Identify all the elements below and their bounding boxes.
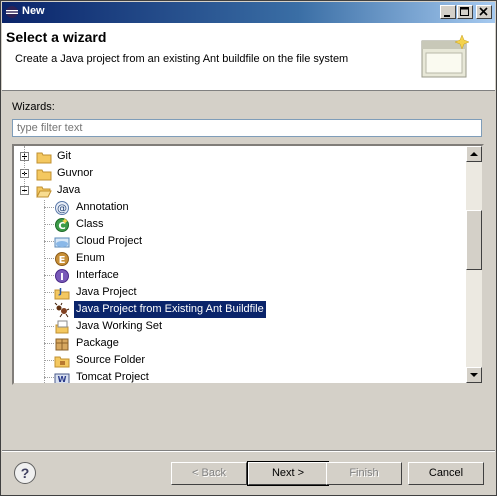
tree-scrollbar[interactable]	[466, 146, 482, 383]
back-button[interactable]: < Back	[171, 462, 247, 485]
wizards-label: Wizards:	[12, 101, 55, 113]
window-title: New	[22, 5, 45, 17]
finish-button[interactable]: Finish	[326, 462, 402, 485]
tree-item-label: Interface	[76, 269, 119, 281]
scroll-up-button[interactable]	[466, 146, 482, 162]
close-button[interactable]	[476, 5, 492, 19]
svg-text:I: I	[60, 272, 64, 283]
eclipse-icon	[6, 6, 18, 18]
next-button[interactable]: Next >	[247, 461, 329, 486]
tree-item-label: Tomcat Project	[76, 371, 149, 383]
tree-item-label: Java Project	[76, 286, 137, 298]
open-folder-icon	[36, 186, 52, 198]
tomcat-icon: W	[54, 373, 70, 384]
maximize-button[interactable]	[457, 5, 473, 19]
minimize-button[interactable]	[440, 5, 456, 19]
tree-item-label: Java Working Set	[76, 320, 163, 332]
tree-item-label: Package	[76, 337, 119, 349]
title-bar[interactable]: New	[2, 2, 495, 23]
class-icon: C	[55, 218, 69, 232]
folder-icon	[36, 152, 52, 164]
folder-icon	[36, 169, 52, 181]
svg-text:E: E	[59, 255, 66, 266]
filter-input[interactable]	[12, 119, 482, 137]
tree-item-label: Git	[57, 150, 72, 162]
tree-connector	[24, 146, 25, 192]
arrow-up-icon	[470, 152, 478, 156]
cancel-button[interactable]: Cancel	[408, 462, 484, 485]
svg-text:@: @	[57, 204, 67, 215]
page-title: Select a wizard	[6, 29, 107, 45]
source-folder-icon	[54, 356, 70, 368]
scroll-thumb[interactable]	[466, 210, 482, 270]
tree-item-label: Enum	[76, 252, 105, 264]
package-icon	[55, 338, 69, 351]
tree-item-label: Class	[76, 218, 104, 230]
new-wizard-banner-icon	[421, 34, 470, 78]
cloud-project-icon	[54, 237, 70, 248]
tree-item-label: Source Folder	[76, 354, 146, 366]
scroll-down-button[interactable]	[466, 367, 482, 383]
close-icon	[479, 7, 488, 16]
new-wizard-dialog: New Select a wizard Create a Java projec…	[0, 0, 497, 496]
java-project-icon: J	[54, 287, 70, 300]
annotation-icon: @	[55, 201, 69, 215]
wizards-tree[interactable]: Git Guvnor Java @ Annotation C Class Clo…	[12, 144, 484, 385]
tree-item-label: Cloud Project	[76, 235, 143, 247]
tree-item-label: Java	[57, 184, 81, 196]
minimize-icon	[444, 15, 450, 17]
maximize-icon	[460, 7, 469, 16]
page-description: Create a Java project from an existing A…	[15, 53, 349, 65]
working-set-icon	[55, 320, 69, 334]
ant-icon	[54, 302, 70, 318]
enum-icon: E	[55, 252, 69, 266]
tree-item-label: Guvnor	[57, 167, 94, 179]
tree-item-label: Java Project from Existing Ant Buildfile	[73, 300, 267, 319]
wizard-banner: Select a wizard Create a Java project fr…	[2, 23, 495, 91]
arrow-down-icon	[470, 373, 478, 377]
button-bar-separator	[2, 450, 495, 452]
help-icon: ?	[20, 465, 30, 481]
tree-item-label: Annotation	[76, 201, 129, 213]
help-button[interactable]: ?	[14, 462, 36, 484]
svg-text:W: W	[58, 375, 67, 384]
interface-icon: I	[55, 269, 69, 283]
svg-text:J: J	[58, 287, 62, 296]
